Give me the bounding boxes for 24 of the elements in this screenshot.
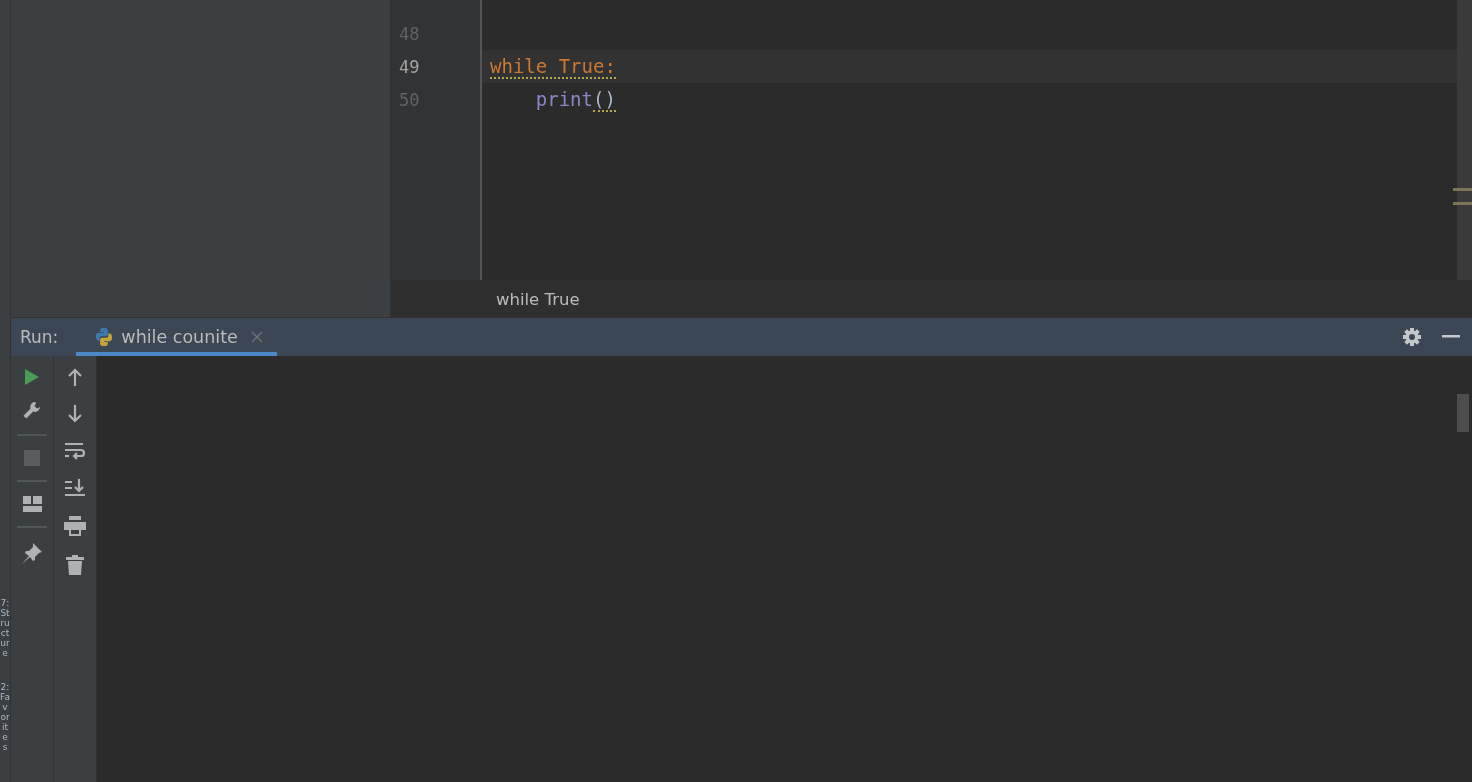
warning-marker — [1453, 202, 1472, 205]
run-label: Run: — [20, 327, 59, 347]
line-number: 49 — [399, 56, 420, 77]
side-tab[interactable]: 7: Structure — [0, 598, 10, 658]
wrap-icon[interactable] — [65, 442, 85, 460]
pin-icon[interactable] — [21, 542, 43, 564]
code-token: () — [592, 87, 616, 112]
print-icon[interactable] — [64, 516, 86, 536]
side-tab[interactable]: 2: Favorites — [0, 682, 10, 752]
up-arrow-icon[interactable] — [67, 368, 83, 386]
run-icon[interactable] — [24, 368, 40, 386]
warning-marker — [1453, 188, 1472, 191]
python-icon — [94, 327, 115, 347]
code-token: while True: — [490, 54, 616, 79]
trash-icon[interactable] — [66, 555, 84, 575]
settings-icon[interactable] — [1402, 327, 1422, 347]
down-arrow-icon[interactable] — [67, 405, 83, 423]
layout-icon[interactable] — [22, 496, 42, 512]
minimize-icon[interactable] — [1442, 335, 1460, 339]
code-token: print — [534, 87, 593, 112]
wrench-icon[interactable] — [22, 400, 42, 420]
scroll-to-end-icon[interactable] — [65, 479, 85, 497]
scrollbar-thumb[interactable] — [1457, 394, 1469, 432]
breadcrumb[interactable]: while True — [496, 289, 580, 309]
